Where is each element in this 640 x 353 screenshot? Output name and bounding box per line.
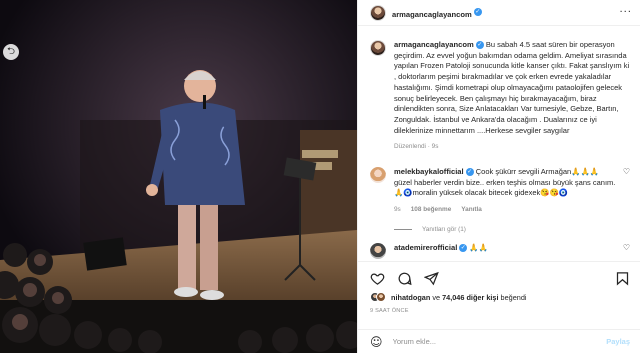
heart-icon[interactable]: ♡: [617, 243, 630, 252]
bookmark-icon[interactable]: [615, 271, 630, 286]
caption: armagancaglayancom ✓ Bu sabah 4.5 saat sü…: [370, 40, 630, 153]
verified-badge-icon: ✓: [465, 168, 474, 177]
commenter-avatar[interactable]: [370, 167, 386, 184]
liker-username[interactable]: nihatdogan: [391, 293, 430, 302]
comment-icon[interactable]: [397, 271, 412, 286]
action-bar: [358, 262, 640, 288]
likes-suffix: beğendi: [500, 292, 527, 302]
author-username[interactable]: armagancaglayancom: [392, 10, 472, 19]
comment-box: ☺ Paylaş: [358, 329, 640, 353]
chevron-left-icon[interactable]: ⮌: [3, 44, 19, 60]
comment-input[interactable]: [392, 337, 563, 346]
more-horizontal-icon[interactable]: ···: [619, 7, 632, 18]
caption-meta: Düzenlendi · 9s: [394, 143, 439, 151]
comment-username[interactable]: melekbaykalofficial: [394, 167, 464, 176]
likes-connector: ve: [432, 292, 441, 302]
post-photo[interactable]: ⮌: [0, 0, 357, 353]
commenter-avatar[interactable]: [370, 242, 386, 259]
concert-photo-illustration: [0, 0, 357, 353]
share-comment-button[interactable]: Paylaş: [606, 337, 630, 346]
post-footer: nihatdogan ve 74,046 diğer kişi beğendi …: [358, 261, 640, 353]
view-replies-button[interactable]: Yanıtları gör (1): [394, 226, 630, 233]
view-replies-label: Yanıtları gör (1): [422, 225, 466, 233]
post-panel: armagancaglayancom ✓ ··· armagancaglayanc…: [357, 0, 640, 353]
comment-likes[interactable]: 108 beğenme: [411, 205, 452, 216]
comments-list: armagancaglayancom ✓ Bu sabah 4.5 saat sü…: [358, 26, 640, 261]
caption-text: Bu sabah 4.5 saat süren bir operasyon ge…: [394, 40, 632, 135]
smiley-icon[interactable]: ☺: [370, 335, 383, 349]
comment-time: 9s: [394, 206, 401, 214]
divider: [394, 228, 412, 230]
post-header: armagancaglayancom ✓ ···: [358, 0, 640, 26]
send-icon[interactable]: [424, 271, 439, 286]
comment: melekbaykalofficial ✓ Çook şükürr sevgili…: [370, 167, 630, 216]
likes-summary[interactable]: nihatdogan ve 74,046 diğer kişi beğendi: [358, 288, 640, 302]
author-avatar[interactable]: [370, 40, 386, 56]
heart-icon[interactable]: ♡: [617, 167, 630, 176]
verified-badge-icon: ✓: [475, 41, 484, 50]
verified-badge-icon: ✓: [459, 243, 468, 252]
comment: atademirerofficial ✓ 🙏🙏 ♡: [370, 242, 630, 259]
heart-icon[interactable]: [370, 271, 385, 286]
verified-badge-icon: ✓: [473, 8, 482, 17]
comment-text: 🙏🙏: [469, 242, 489, 252]
post-timestamp[interactable]: 9 SAAT ÖNCE: [358, 302, 640, 314]
reply-button[interactable]: Yanıtla: [461, 205, 482, 216]
likes-count[interactable]: 74,046 diğer kişi: [442, 293, 498, 302]
liker-avatar: [376, 292, 386, 302]
caption-username[interactable]: armagancaglayancom: [394, 40, 474, 49]
comment-username[interactable]: atademirerofficial: [394, 243, 457, 252]
author-avatar[interactable]: [370, 4, 386, 21]
